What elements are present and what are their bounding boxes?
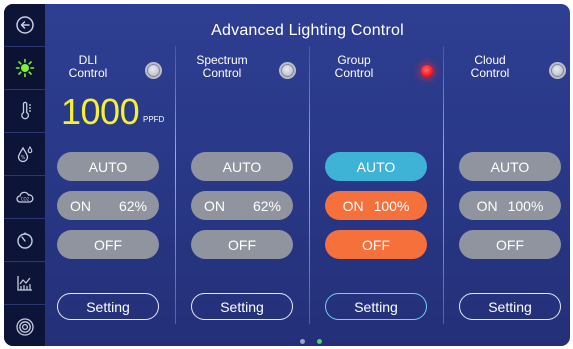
- enable-toggle[interactable]: [549, 62, 566, 79]
- column-divider: [175, 46, 176, 324]
- on-button[interactable]: ON 100%: [459, 191, 561, 220]
- setting-button[interactable]: Setting: [459, 293, 561, 320]
- sidebar-item-lighting[interactable]: [4, 47, 45, 90]
- setting-button[interactable]: Setting: [191, 293, 293, 320]
- sidebar-item-timer[interactable]: [4, 219, 45, 262]
- panel-title: Spectrum Control: [196, 53, 248, 80]
- svg-text:CO2: CO2: [20, 197, 29, 202]
- page-dot-1[interactable]: [300, 339, 305, 344]
- back-arrow-icon: [15, 16, 34, 34]
- sun-icon: [15, 58, 34, 78]
- page-indicator: [300, 339, 322, 344]
- sidebar-item-temperature[interactable]: [4, 90, 45, 133]
- on-label: ON: [70, 197, 91, 214]
- sidebar-item-co2[interactable]: CO2: [4, 176, 45, 219]
- timer-icon: [16, 232, 33, 249]
- auto-button[interactable]: AUTO: [459, 152, 561, 181]
- on-value: 62%: [118, 197, 147, 214]
- sidebar-item-charts[interactable]: [4, 262, 45, 305]
- app-window: % CO2 Advanced Lighting Control DLI Cont…: [4, 4, 570, 346]
- column-divider: [309, 46, 310, 324]
- cloud-control-panel: Cloud Control AUTO ON 100% OFF Setting: [447, 4, 570, 346]
- off-button[interactable]: OFF: [325, 230, 427, 259]
- auto-button[interactable]: AUTO: [57, 152, 159, 181]
- sidebar: % CO2: [4, 4, 45, 346]
- thermometer-icon: [20, 101, 31, 120]
- enable-toggle-active[interactable]: [421, 65, 433, 77]
- dli-control-panel: DLI Control 1000 PPFD AUTO ON 62% OFF Se…: [45, 4, 175, 346]
- page-dot-2-active[interactable]: [317, 339, 322, 344]
- target-icon: [15, 317, 34, 336]
- dli-unit: PPFD: [143, 115, 165, 124]
- enable-toggle[interactable]: [279, 62, 296, 79]
- sidebar-item-settings[interactable]: [4, 305, 45, 346]
- off-button[interactable]: OFF: [57, 230, 159, 259]
- on-label: ON: [476, 197, 498, 214]
- on-value: 100%: [373, 197, 410, 214]
- on-value: 62%: [252, 197, 281, 214]
- group-control-panel: Group Control AUTO ON 100% OFF Setting: [313, 4, 443, 346]
- humidity-drops-icon: %: [17, 145, 32, 163]
- setting-button[interactable]: Setting: [57, 293, 159, 320]
- dli-value: 1000: [61, 91, 140, 132]
- on-label: ON: [204, 197, 225, 214]
- on-button[interactable]: ON 62%: [191, 191, 293, 220]
- enable-toggle[interactable]: [145, 62, 162, 79]
- panel-title: Group Control: [334, 53, 374, 80]
- panel-title: Cloud Control: [470, 53, 510, 80]
- column-divider: [443, 46, 444, 324]
- auto-button[interactable]: AUTO: [325, 152, 427, 181]
- sidebar-item-humidity[interactable]: %: [4, 133, 45, 176]
- on-label: ON: [342, 197, 364, 214]
- off-button[interactable]: OFF: [191, 230, 293, 259]
- on-button[interactable]: ON 100%: [325, 191, 427, 220]
- setting-button[interactable]: Setting: [325, 293, 427, 320]
- on-button[interactable]: ON 62%: [57, 191, 159, 220]
- co2-cloud-icon: CO2: [15, 191, 33, 203]
- auto-button[interactable]: AUTO: [191, 152, 293, 181]
- panel-title: DLI Control: [68, 53, 108, 80]
- back-button[interactable]: [4, 4, 45, 47]
- chart-icon: [16, 276, 32, 291]
- on-value: 100%: [507, 197, 544, 214]
- svg-text:%: %: [20, 155, 25, 161]
- off-button[interactable]: OFF: [459, 230, 561, 259]
- spectrum-control-panel: Spectrum Control AUTO ON 62% OFF Setting: [179, 4, 309, 346]
